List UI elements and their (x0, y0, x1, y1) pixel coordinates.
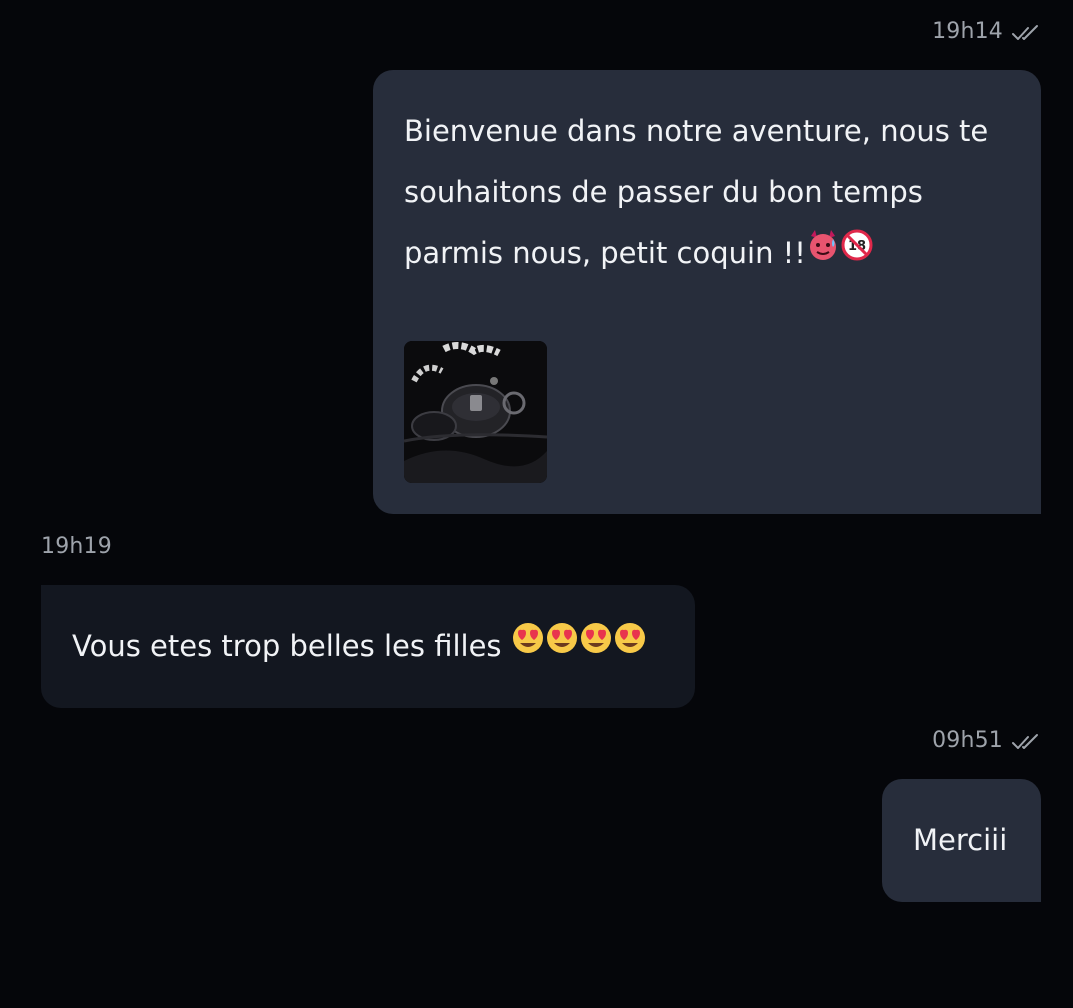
timestamp-msg-3: 09h51 (932, 728, 1041, 753)
message-text: Merciii (913, 810, 1007, 871)
heart-eyes-emoji (579, 615, 613, 676)
message-body: Bienvenue dans notre aventure, nous te s… (404, 114, 989, 270)
message-text: Bienvenue dans notre aventure, nous te s… (404, 101, 1024, 286)
double-check-icon (1011, 732, 1041, 750)
time-label: 09h51 (932, 728, 1003, 753)
time-label: 19h14 (932, 19, 1003, 44)
message-body: Vous etes trop belles les filles (72, 629, 502, 663)
no-under-18-emoji: 18 (840, 222, 874, 283)
heart-eyes-emoji (511, 615, 545, 676)
timestamp-msg-2: 19h19 (41, 534, 112, 559)
heart-eyes-emoji (545, 615, 579, 676)
double-check-icon (1011, 23, 1041, 41)
time-label: 19h19 (41, 534, 112, 559)
outgoing-message-bubble[interactable]: Bienvenue dans notre aventure, nous te s… (373, 70, 1041, 514)
hot-face-devil-emoji (806, 222, 840, 283)
timestamp-msg-1: 19h14 (932, 19, 1041, 44)
incoming-message-bubble[interactable]: Vous etes trop belles les filles (41, 585, 695, 708)
message-body: Merciii (913, 823, 1008, 857)
heart-eyes-emoji (613, 615, 647, 676)
image-attachment[interactable] (404, 341, 547, 483)
message-text: Vous etes trop belles les filles (72, 616, 647, 679)
outgoing-message-bubble[interactable]: Merciii (882, 779, 1041, 902)
